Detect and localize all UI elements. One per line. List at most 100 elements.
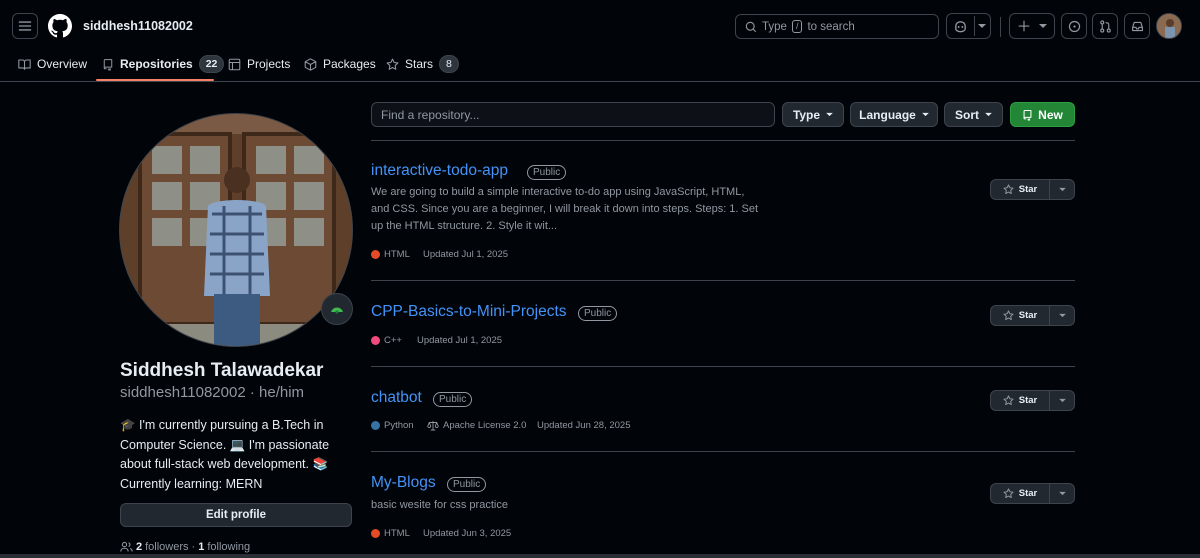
stars-counter: 8 [439,55,459,73]
issues-button[interactable] [1061,13,1087,39]
star-button-main[interactable]: Star [991,391,1050,410]
caret-down-icon [1058,187,1066,192]
profile-avatar[interactable] [119,113,353,347]
language-color-dot [371,529,380,538]
star-label: Star [1018,310,1038,321]
star-list-dropdown[interactable] [1050,306,1074,325]
header-avatar[interactable] [1156,13,1182,39]
language-name: C++ [384,335,402,346]
repo-language: C++ [371,335,402,346]
visibility-badge: Public [433,392,473,407]
type-filter-label: Type [792,107,821,122]
language-filter-button[interactable]: Language [850,102,938,127]
issue-opened-icon [1068,20,1080,32]
horizontal-scrollbar[interactable] [0,554,1200,558]
repo-updated: Updated Jun 28, 2025 [537,420,631,431]
following-label[interactable]: following [207,541,250,553]
star-icon [1003,310,1014,321]
star-label: Star [1018,488,1038,499]
visibility-badge: Public [527,165,567,180]
pronoun-separator: · [249,384,260,401]
star-list-dropdown[interactable] [1050,484,1074,503]
repo-updated: Updated Jul 1, 2025 [417,335,503,346]
language-name: HTML [384,249,410,260]
profile-full-name: Siddhesh Talawadekar [120,360,324,381]
followers-label[interactable]: followers [145,541,188,553]
profile-login-line: siddhesh11082002 · he/him [120,384,304,401]
repo-description: basic wesite for css practice [371,499,508,511]
table-icon [228,58,241,70]
star-list-dropdown[interactable] [1050,180,1074,199]
caret-down-icon [1058,313,1066,318]
find-repository-input[interactable] [371,102,775,127]
star-button[interactable]: Star [990,483,1075,504]
profile-login: siddhesh11082002 [120,384,246,401]
header-username[interactable]: siddhesh11082002 [83,19,193,33]
vertical-scrollbar[interactable] [1192,82,1200,558]
sort-button[interactable]: Sort [944,102,1003,127]
new-repository-button[interactable]: New [1010,102,1075,127]
type-filter-button[interactable]: Type [782,102,844,127]
repo-name-link[interactable]: My-Blogs [371,474,436,492]
followers-line: 2 followers · 1 following [120,541,250,553]
visibility-badge: Public [447,477,487,492]
following-count[interactable]: 1 [198,541,204,553]
repo-name-link[interactable]: CPP-Basics-to-Mini-Projects [371,303,567,321]
new-label: New [1038,107,1063,122]
copilot-icon [955,20,966,32]
global-search[interactable]: Type / to search [735,14,939,39]
github-octocat-icon [48,14,72,38]
book-icon [18,59,31,70]
search-placeholder-before: Type [762,20,787,33]
repo-name-link[interactable]: interactive-todo-app [371,162,508,180]
caret-down-icon [921,112,929,117]
pull-requests-button[interactable] [1092,13,1118,39]
star-button-main[interactable]: Star [991,484,1050,503]
create-new-button[interactable] [1009,13,1055,39]
star-icon [1003,395,1014,406]
language-filter-label: Language [859,107,916,122]
caret-down-icon [1058,398,1066,403]
tab-label: Overview [37,57,88,71]
star-button[interactable]: Star [990,305,1075,326]
repo-license: Apache License 2.0 [427,420,526,431]
tab-label: Stars [405,57,434,71]
sort-label: Sort [955,107,979,122]
language-color-dot [371,336,380,345]
star-button[interactable]: Star [990,390,1075,411]
package-icon [304,57,317,71]
repo-name-link[interactable]: chatbot [371,389,422,407]
edit-profile-button[interactable]: Edit profile [120,503,352,527]
star-button[interactable]: Star [990,179,1075,200]
star-button-main[interactable]: Star [991,306,1050,325]
repo-language: HTML [371,249,410,260]
repo-updated: Updated Jun 3, 2025 [423,528,512,539]
law-icon [427,421,439,431]
copilot-button[interactable] [946,13,991,39]
tab-projects[interactable]: Projects [228,50,290,78]
star-icon [386,58,399,70]
star-button-main[interactable]: Star [991,180,1050,199]
followers-count[interactable]: 2 [136,541,142,553]
repo-divider [371,280,1075,281]
repositories-counter: 22 [198,55,225,73]
inbox-button[interactable] [1124,13,1150,39]
github-logo[interactable] [48,14,72,38]
language-color-dot [371,421,380,430]
repo-divider [371,366,1075,367]
search-placeholder-after: to search [807,20,855,33]
set-status-button[interactable] [321,293,353,325]
star-list-dropdown[interactable] [1050,391,1074,410]
repo-description: We are going to build a simple interacti… [371,186,759,232]
caret-down-icon [826,112,833,117]
tab-stars[interactable]: Stars 8 [386,50,459,78]
header-divider [1000,17,1001,37]
menu-button[interactable] [12,13,38,39]
repo-language: HTML [371,528,410,539]
chevron-down-icon [978,24,986,28]
tab-packages[interactable]: Packages [304,50,376,78]
language-name: HTML [384,528,410,539]
tab-overview[interactable]: Overview [18,50,87,78]
tab-repositories[interactable]: Repositories 22 [102,50,225,78]
search-shortcut-key: / [791,20,803,33]
